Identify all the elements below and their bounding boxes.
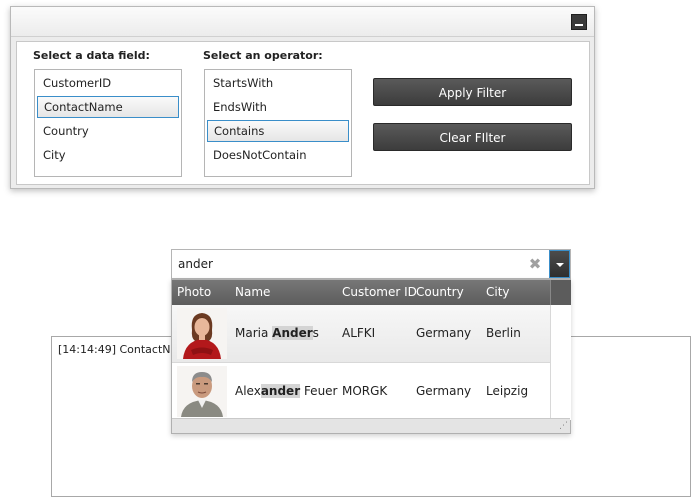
operator-item-startswith[interactable]: StartsWith xyxy=(207,72,349,94)
column-header-city[interactable]: City xyxy=(486,280,510,305)
name-suffix: Feuer xyxy=(300,384,338,398)
name-suffix: s xyxy=(312,326,319,340)
customer-photo xyxy=(177,366,227,417)
match-highlight: Ander xyxy=(272,326,313,340)
filter-panel: Select a data field: Select an operator:… xyxy=(10,6,595,189)
data-field-list[interactable]: CustomerID ContactName Country City xyxy=(34,69,182,177)
operator-group-label: Select an operator: xyxy=(203,49,323,62)
customer-id-cell: ALFKI xyxy=(342,326,376,340)
name-prefix: Maria xyxy=(235,326,273,340)
man-portrait-image xyxy=(177,366,227,417)
column-header-photo[interactable]: Photo xyxy=(177,280,211,305)
contact-name-cell: Alexander Feuer xyxy=(235,363,338,420)
woman-portrait-image xyxy=(177,308,227,359)
search-combobox[interactable]: ander ✖ xyxy=(171,249,571,279)
apply-filter-button[interactable]: Apply Filter xyxy=(373,78,572,106)
grid-scrollbar[interactable] xyxy=(550,305,571,420)
city-cell: Leipzig xyxy=(486,384,529,398)
country-cell: Germany xyxy=(416,384,472,398)
grid-footer: ⋰ xyxy=(172,418,570,433)
grid-header-spacer xyxy=(550,280,571,305)
field-item-contactname[interactable]: ContactName xyxy=(37,96,179,118)
customer-id-cell: MORGK xyxy=(342,384,388,398)
resize-grip-icon[interactable]: ⋰ xyxy=(559,420,568,432)
city-cell: Berlin xyxy=(486,326,521,340)
column-header-country[interactable]: Country xyxy=(416,280,464,305)
operator-item-doesnotcontain[interactable]: DoesNotContain xyxy=(207,144,349,166)
minimize-icon xyxy=(575,24,583,26)
customer-photo xyxy=(177,308,227,359)
column-header-customer-id[interactable]: Customer ID xyxy=(342,280,417,305)
minimize-button[interactable] xyxy=(571,14,587,30)
table-row[interactable]: Alexander Feuer MORGK Germany Leipzig xyxy=(172,363,550,421)
field-item-city[interactable]: City xyxy=(37,144,179,166)
close-icon[interactable]: ✖ xyxy=(528,256,542,272)
operator-list[interactable]: StartsWith EndsWith Contains DoesNotCont… xyxy=(204,69,352,177)
panel-body: Select a data field: Select an operator:… xyxy=(16,41,590,185)
operator-item-endswith[interactable]: EndsWith xyxy=(207,96,349,118)
contact-name-cell: Maria Anders xyxy=(235,305,319,362)
field-group-label: Select a data field: xyxy=(33,49,150,62)
table-row[interactable]: Maria Anders ALFKI Germany Berlin xyxy=(172,305,550,363)
panel-header xyxy=(11,7,594,37)
clear-filter-button[interactable]: Clear FIlter xyxy=(373,123,572,151)
grid-header: Photo Name Customer ID Country City xyxy=(172,280,550,305)
dropdown-button[interactable] xyxy=(549,250,570,278)
field-item-customerid[interactable]: CustomerID xyxy=(37,72,179,94)
match-highlight: ander xyxy=(260,384,301,398)
column-header-name[interactable]: Name xyxy=(235,280,270,305)
search-input[interactable]: ander xyxy=(178,250,213,278)
field-item-country[interactable]: Country xyxy=(37,120,179,142)
dropdown-grid: Photo Name Customer ID Country City Mari… xyxy=(171,279,571,434)
name-prefix: Alex xyxy=(235,384,261,398)
country-cell: Germany xyxy=(416,326,472,340)
chevron-down-icon xyxy=(556,263,564,267)
operator-item-contains[interactable]: Contains xyxy=(207,120,349,142)
